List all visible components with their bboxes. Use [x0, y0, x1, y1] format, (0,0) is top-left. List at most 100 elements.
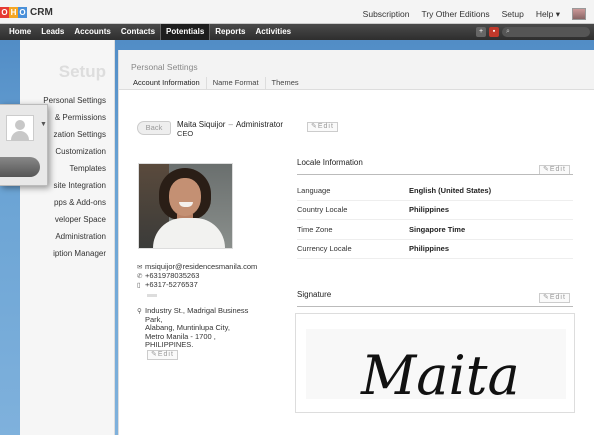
section-divider — [297, 174, 573, 175]
tab-leads[interactable]: Leads — [36, 24, 69, 40]
pencil-icon: ✎ — [311, 123, 318, 130]
locale-table: Language English (United States) Country… — [297, 181, 573, 259]
locale-row-country: Country Locale Philippines — [297, 201, 573, 220]
edit-signature-button[interactable]: ✎Edit — [539, 293, 570, 303]
user-heading: Maita Siquijor – Administrator — [177, 120, 283, 129]
setup-item-website-integration[interactable]: site Integration — [43, 181, 106, 198]
locale-row-currency: Currency Locale Philippines — [297, 240, 573, 259]
help-link[interactable]: Help ▾ — [536, 9, 560, 20]
tab-home[interactable]: Home — [4, 24, 36, 40]
pencil-icon: ✎ — [543, 294, 550, 301]
setup-link[interactable]: Setup — [502, 9, 524, 19]
user-avatar-placeholder[interactable] — [6, 115, 34, 141]
search-icon: ⌕ — [506, 28, 510, 35]
email-value[interactable]: msiquijor@residencesmanila.com — [145, 262, 257, 271]
fax-icon: ▯ — [137, 281, 141, 289]
edit-profile-button[interactable]: ✎Edit — [307, 122, 338, 132]
fax-value: +6317-5276537 — [145, 280, 198, 289]
search-input[interactable]: ⌕ — [502, 27, 590, 37]
chevron-down-icon: ▾ — [555, 8, 560, 19]
locale-label: Currency Locale — [297, 244, 352, 254]
signature-text: Maita — [360, 344, 520, 407]
settings-tabs: Account Information Name Format Themes — [131, 77, 305, 90]
logo-mark: O H O — [0, 6, 27, 18]
location-pin-icon: ⚲ — [137, 308, 142, 315]
pencil-icon: ✎ — [543, 166, 550, 173]
back-button[interactable]: Back — [137, 121, 171, 135]
profile-photo — [138, 163, 233, 249]
setup-item-subscription-manager[interactable]: iption Manager — [43, 249, 106, 266]
setup-item-organization-settings[interactable]: zation Settings — [43, 130, 106, 147]
address-lines: Industry St., Madrigal Business Park, Al… — [145, 306, 248, 350]
tab-accounts[interactable]: Accounts — [69, 24, 115, 40]
setup-sidebar: Setup Personal Settings & Permissions za… — [20, 40, 115, 435]
edit-label: Edit — [157, 351, 174, 358]
address-line: PHILIPPINES. — [145, 340, 194, 349]
locale-value: Philippines — [409, 244, 450, 254]
personal-settings-header: Personal Settings Account Information Na… — [119, 50, 594, 90]
phone-row: ✆ +631978035263 — [137, 271, 257, 280]
locale-label: Language — [297, 185, 331, 195]
main-nav: Home Leads Accounts Contacts Potentials … — [0, 24, 594, 40]
fax-row: ▯ +6317-5276537 — [137, 280, 257, 289]
locale-label: Time Zone — [297, 224, 333, 234]
try-other-editions-link[interactable]: Try Other Editions — [421, 9, 489, 19]
setup-title: Setup — [58, 62, 106, 81]
locale-label: Country Locale — [297, 205, 348, 215]
setup-item-apps-addons[interactable]: pps & Add-ons — [43, 198, 106, 215]
top-bar: O H O CRM Subscription Try Other Edition… — [0, 0, 594, 24]
nav-tools: + ▪ ⌕ — [476, 27, 590, 37]
add-icon[interactable]: + — [476, 27, 486, 37]
user-type: Administrator — [235, 120, 284, 129]
locale-row-timezone: Time Zone Singapore Time — [297, 220, 573, 240]
address-block: ⚲ Industry St., Madrigal Business Park, … — [137, 306, 248, 350]
section-divider — [297, 306, 573, 307]
calendar-icon[interactable]: ▪ — [489, 27, 499, 37]
edit-address-button[interactable]: ✎Edit — [147, 350, 178, 360]
setup-item-permissions[interactable]: & Permissions — [43, 113, 106, 130]
popup-button[interactable] — [0, 157, 40, 177]
setup-item-personal-settings[interactable]: Personal Settings — [43, 96, 106, 113]
signature-section-title: Signature — [297, 290, 332, 299]
locale-value: English (United States) — [409, 185, 492, 195]
tab-contacts[interactable]: Contacts — [116, 24, 160, 40]
locale-section-title: Locale Information — [297, 158, 363, 167]
setup-item-developer-space[interactable]: veloper Space — [43, 215, 106, 232]
user-avatar[interactable] — [572, 8, 586, 20]
zoho-logo[interactable]: O H O CRM — [0, 6, 53, 18]
subscription-link[interactable]: Subscription — [363, 9, 410, 19]
setup-item-customization[interactable]: Customization — [43, 147, 106, 164]
setup-menu: Personal Settings & Permissions zation S… — [43, 96, 106, 266]
tab-reports[interactable]: Reports — [210, 24, 250, 40]
signature-drawing: Maita — [296, 314, 574, 412]
tab-name-format[interactable]: Name Format — [207, 77, 266, 90]
phone-value: +631978035263 — [145, 271, 200, 280]
locale-value: Philippines — [409, 205, 450, 215]
top-links: Subscription Try Other Editions Setup He… — [363, 8, 586, 20]
signature-image: Maita — [295, 313, 575, 413]
pencil-icon: ✎ — [151, 351, 158, 358]
email-row: ✉ msiquijor@residencesmanila.com — [137, 262, 257, 271]
setup-item-templates[interactable]: Templates — [43, 164, 106, 181]
tab-potentials[interactable]: Potentials — [160, 24, 211, 40]
logo-letter: O — [18, 6, 27, 18]
logo-letter: O — [0, 6, 9, 18]
main-content: Personal Settings Account Information Na… — [118, 50, 594, 435]
setup-item-administration[interactable]: Administration — [43, 232, 106, 249]
mail-icon: ✉ — [137, 263, 143, 271]
app-name: CRM — [30, 6, 53, 18]
logo-letter: H — [9, 6, 18, 18]
locale-row-language: Language English (United States) — [297, 181, 573, 201]
tab-activities[interactable]: Activities — [251, 24, 297, 40]
edit-label: Edit — [549, 166, 566, 173]
chevron-down-icon[interactable]: ▼ — [40, 121, 47, 128]
photo-face — [169, 178, 201, 216]
user-role: CEO — [177, 129, 194, 138]
page-title: Personal Settings — [131, 62, 198, 72]
help-label: Help — [535, 8, 554, 19]
tab-themes[interactable]: Themes — [266, 77, 305, 90]
edit-label: Edit — [549, 294, 566, 301]
user-popup: ▼ — [0, 104, 48, 186]
edit-label: Edit — [317, 123, 334, 130]
tab-account-information[interactable]: Account Information — [131, 77, 207, 90]
